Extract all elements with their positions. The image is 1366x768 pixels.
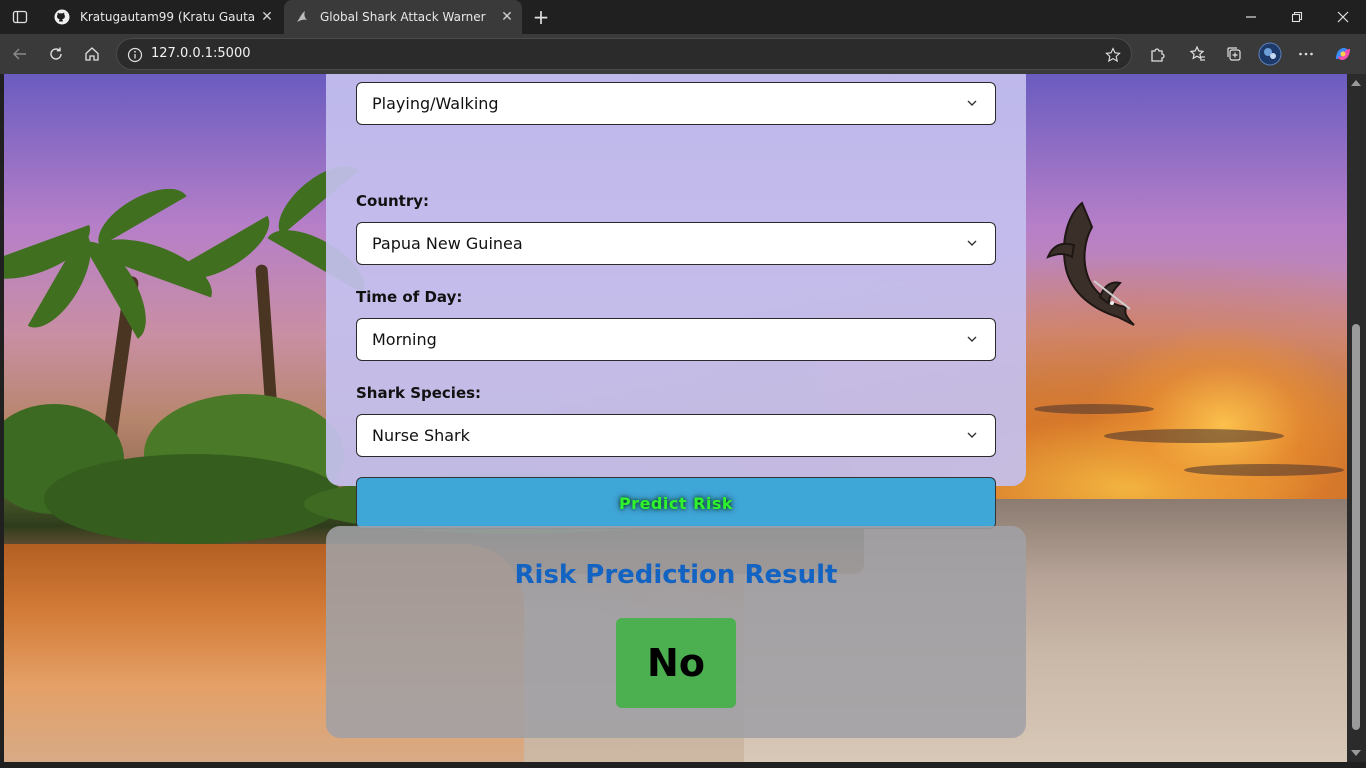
more-options-icon[interactable] xyxy=(1291,39,1321,69)
scroll-up-arrow-icon[interactable] xyxy=(1351,80,1361,86)
extensions-icon[interactable] xyxy=(1142,39,1172,69)
reload-icon[interactable] xyxy=(41,39,71,69)
cloud xyxy=(1184,464,1344,476)
cloud xyxy=(1034,404,1154,414)
country-select[interactable]: Papua New Guinea xyxy=(356,222,996,265)
restore-icon[interactable] xyxy=(1274,0,1320,34)
address-bar[interactable]: 127.0.0.1:5000 xyxy=(116,38,1132,70)
scroll-thumb[interactable] xyxy=(1352,324,1360,730)
chevron-down-icon xyxy=(967,240,977,246)
shark-species-select[interactable]: Nurse Shark xyxy=(356,414,996,457)
profile-avatar-icon[interactable] xyxy=(1255,39,1285,69)
time-of-day-label: Time of Day: xyxy=(356,288,463,306)
new-tab-button[interactable]: + xyxy=(528,4,554,30)
back-icon[interactable] xyxy=(5,39,35,69)
predict-risk-button[interactable]: Predict Risk xyxy=(356,477,996,529)
github-icon xyxy=(54,9,70,25)
chevron-down-icon xyxy=(967,336,977,342)
tab-title: Kratugautam99 (Kratu Gautam) xyxy=(80,10,256,24)
bush xyxy=(44,454,344,544)
activity-select-value: Playing/Walking xyxy=(372,94,499,113)
window-bottom-edge xyxy=(0,762,1366,768)
country-select-value: Papua New Guinea xyxy=(372,234,523,253)
page-background: Playing/Walking Country: Papua New Guine… xyxy=(4,74,1347,762)
shark-species-label: Shark Species: xyxy=(356,384,482,402)
result-panel: Risk Prediction Result No xyxy=(326,526,1026,738)
close-tab-icon[interactable]: ✕ xyxy=(256,6,278,28)
palm-frond xyxy=(88,175,187,247)
copilot-icon[interactable] xyxy=(1328,39,1358,69)
sunset-glow xyxy=(1084,324,1347,524)
time-of-day-select[interactable]: Morning xyxy=(356,318,996,361)
scroll-down-arrow-icon[interactable] xyxy=(1351,750,1361,756)
result-title: Risk Prediction Result xyxy=(514,560,838,590)
tab-title: Global Shark Attack Warner xyxy=(320,10,486,24)
minimize-icon[interactable] xyxy=(1228,0,1274,34)
browser-tab-bar: Kratugautam99 (Kratu Gautam) ✕ Global Sh… xyxy=(0,0,1366,34)
time-of-day-select-value: Morning xyxy=(372,330,437,349)
prediction-form: Playing/Walking Country: Papua New Guine… xyxy=(326,74,1026,529)
collections-icon[interactable] xyxy=(1219,39,1249,69)
chevron-down-icon xyxy=(967,432,977,438)
shark-favicon-icon xyxy=(294,9,310,25)
country-label: Country: xyxy=(356,192,430,210)
shark-species-select-value: Nurse Shark xyxy=(372,426,470,445)
activity-select[interactable]: Playing/Walking xyxy=(356,82,996,125)
favorites-icon[interactable] xyxy=(1183,39,1213,69)
cloud xyxy=(1104,429,1284,443)
home-icon[interactable] xyxy=(77,39,107,69)
tab-github[interactable]: Kratugautam99 (Kratu Gautam) ✕ xyxy=(44,0,282,34)
close-tab-icon[interactable]: ✕ xyxy=(496,6,518,28)
site-info-icon[interactable] xyxy=(125,45,145,65)
url-text: 127.0.0.1:5000 xyxy=(151,46,251,61)
page-scrollbar[interactable] xyxy=(1347,74,1366,762)
close-window-icon[interactable] xyxy=(1320,0,1366,34)
result-value-badge: No xyxy=(616,618,736,708)
browser-toolbar: 127.0.0.1:5000 xyxy=(0,34,1366,74)
tab-shark-warner[interactable]: Global Shark Attack Warner ✕ xyxy=(284,0,522,34)
shark-logo-icon xyxy=(1030,201,1140,331)
chevron-down-icon xyxy=(967,100,977,106)
tab-actions-icon[interactable] xyxy=(6,4,34,30)
favorite-star-icon[interactable] xyxy=(1103,45,1123,65)
